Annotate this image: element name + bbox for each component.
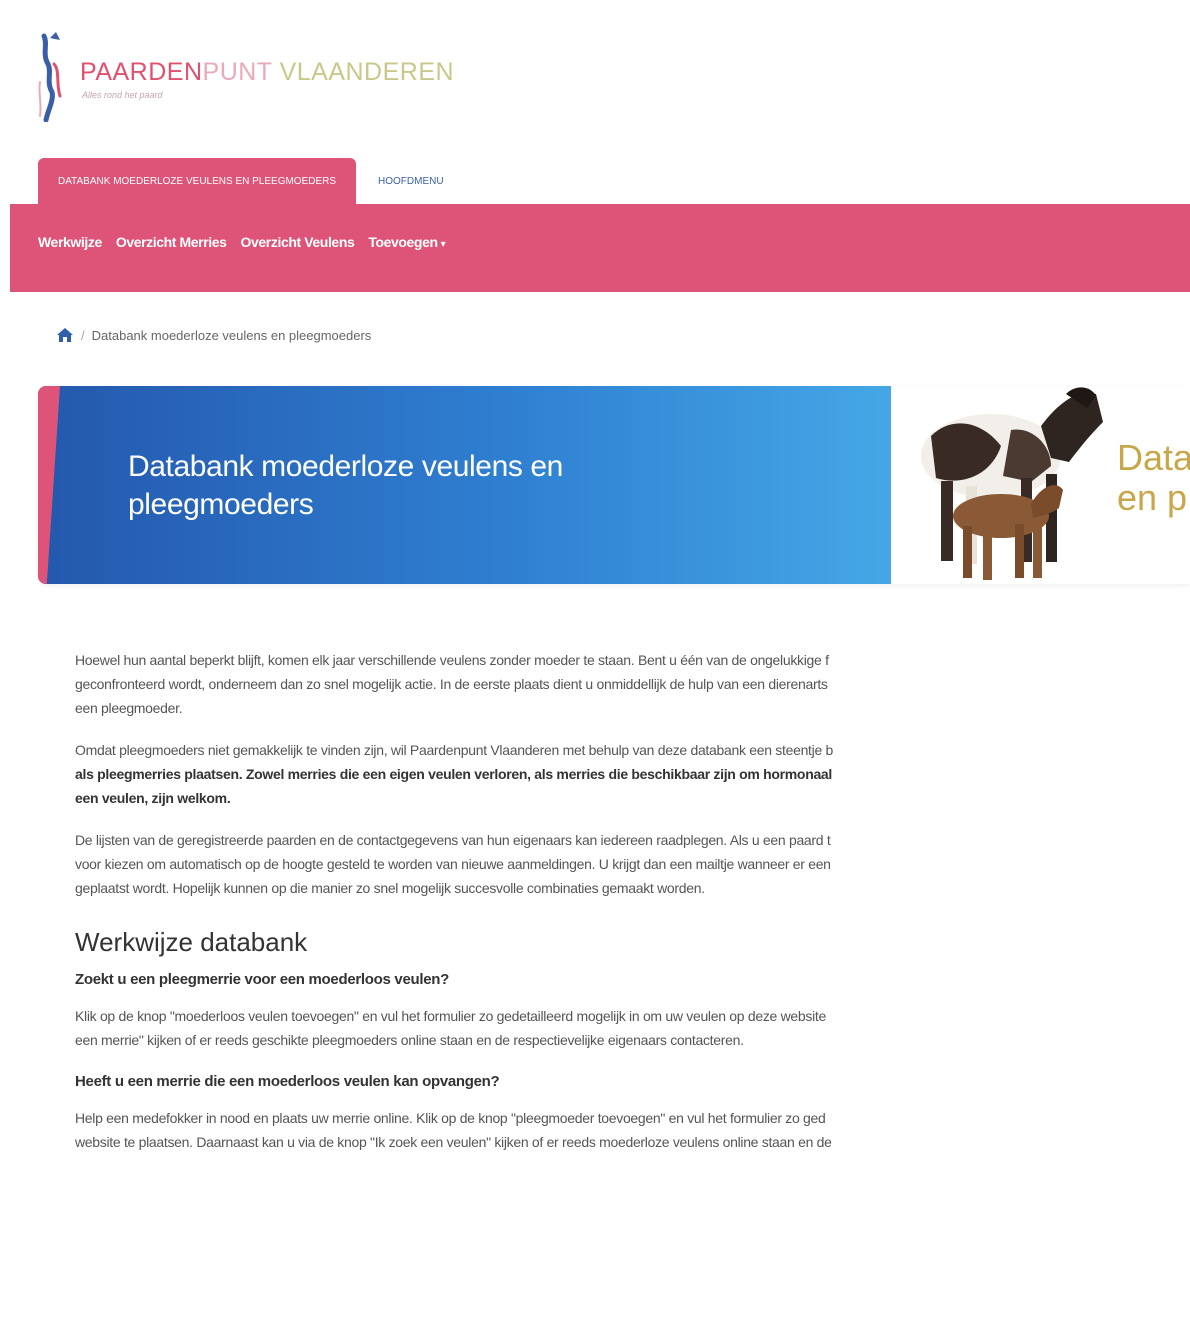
nav-item-toevoegen-label: Toevoegen (368, 234, 438, 250)
home-icon[interactable] (56, 327, 74, 343)
hero-title: Databank moederloze veulens en pleegmoed… (128, 450, 563, 521)
site-logo[interactable]: PAARDENPUNT VLAANDEREN Alles rond het pa… (34, 30, 454, 122)
nav-item-overzicht-veulens[interactable]: Overzicht Veulens (241, 234, 355, 250)
hero-image-title: Data en p (1117, 438, 1190, 518)
hero-image-title-line2: en p (1117, 477, 1188, 518)
purpose-line: Omdat pleegmoeders niet gemakkelijk te v… (75, 742, 834, 758)
hero-image-panel: Data en p (891, 386, 1190, 584)
purpose-paragraph: Omdat pleegmoeders niet gemakkelijk te v… (75, 738, 1190, 810)
answer-line: Help een medefokker in nood en plaats uw… (75, 1110, 826, 1126)
lists-line: voor kiezen om automatisch op de hoogte … (75, 856, 831, 872)
answer-paragraph-2: Help een medefokker in nood en plaats uw… (75, 1106, 1190, 1154)
nav-item-overzicht-merries[interactable]: Overzicht Merries (116, 234, 227, 250)
main-navbar: Werkwijze Overzicht Merries Overzicht Ve… (10, 204, 1190, 292)
answer-line: Klik op de knop "moederloos veulen toevo… (75, 1008, 826, 1024)
tab-databank[interactable]: DATABANK MOEDERLOZE VEULENS EN PLEEGMOED… (38, 158, 357, 204)
intro-line: een pleegmoeder. (75, 700, 183, 716)
lists-line: geplaatst wordt. Hopelijk kunnen op die … (75, 880, 705, 896)
breadcrumb-current: Databank moederloze veulens en pleegmoed… (91, 327, 372, 343)
question-heading-1: Zoekt u een pleegmerrie voor een moederl… (75, 971, 449, 988)
breadcrumb: / Databank moederloze veulens en pleegmo… (56, 327, 371, 343)
hero-banner: Databank moederloze veulens en pleegmoed… (38, 386, 1190, 584)
section-tabs: DATABANK MOEDERLOZE VEULENS EN PLEEGMOED… (38, 158, 466, 204)
intro-line: Hoewel hun aantal beperkt blijft, komen … (75, 652, 829, 668)
purpose-line-bold: als pleegmerries plaatsen. Zowel merries… (75, 766, 833, 782)
chevron-down-icon: ▾ (440, 239, 446, 250)
intro-paragraph: Hoewel hun aantal beperkt blijft, komen … (75, 648, 1190, 720)
section-heading: Werkwijze databank (75, 927, 308, 957)
horse-logo-icon (38, 32, 62, 122)
lists-line: De lijsten van de geregistreerde paarden… (75, 832, 831, 848)
intro-line: geconfronteerd wordt, onderneem dan zo s… (75, 676, 828, 692)
purpose-line-bold: een veulen, zijn welkom. (75, 790, 231, 806)
tab-hoofdmenu[interactable]: HOOFDMENU (356, 158, 466, 204)
lists-paragraph: De lijsten van de geregistreerde paarden… (75, 828, 1190, 900)
answer-line: website te plaatsen. Daarnaast kan u via… (75, 1134, 832, 1150)
brand-tagline: Alles rond het paard (82, 90, 163, 100)
brand-name: PAARDENPUNT VLAANDEREN (80, 58, 455, 86)
hero-image-title-line1: Data (1117, 437, 1190, 478)
nav-item-werkwijze[interactable]: Werkwijze (38, 234, 102, 250)
breadcrumb-separator: / (81, 327, 85, 343)
answer-paragraph-1: Klik op de knop "moederloos veulen toevo… (75, 1004, 1190, 1052)
main-content: Hoewel hun aantal beperkt blijft, komen … (75, 648, 1190, 1172)
answer-line: een merrie" kijken of er reeds geschikte… (75, 1032, 744, 1048)
question-heading-2: Heeft u een merrie die een moederloos ve… (75, 1073, 500, 1090)
nav-item-toevoegen[interactable]: Toevoegen ▾ (368, 234, 445, 250)
